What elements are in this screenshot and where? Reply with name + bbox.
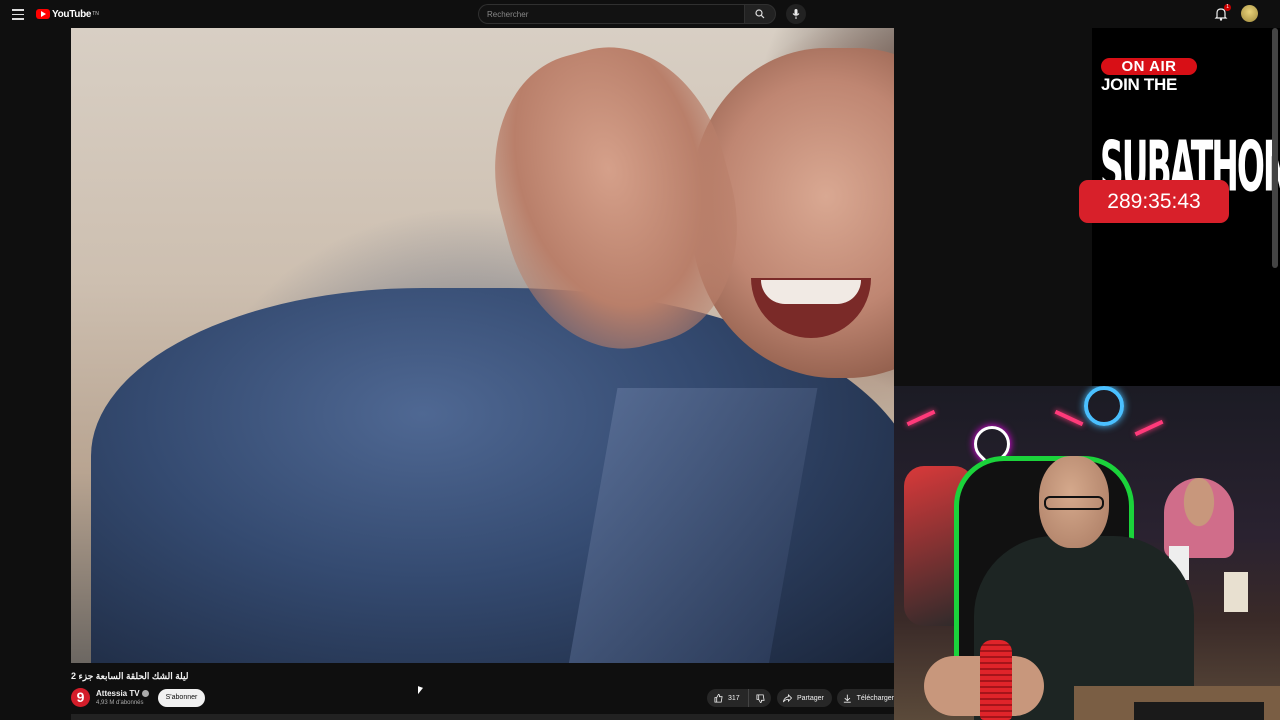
verified-icon bbox=[141, 690, 149, 698]
streamer-glasses bbox=[1044, 496, 1104, 510]
neon-light bbox=[1134, 419, 1164, 437]
like-dislike-group: 317 bbox=[707, 689, 771, 707]
thumbs-up-icon bbox=[714, 693, 723, 703]
menu-icon[interactable] bbox=[10, 6, 26, 22]
dislike-button[interactable] bbox=[749, 689, 771, 707]
like-button[interactable]: 317 bbox=[707, 689, 749, 707]
channel-avatar[interactable]: 9 bbox=[71, 688, 90, 707]
subscribe-button[interactable]: S'abonner bbox=[158, 689, 205, 707]
youtube-play-icon bbox=[36, 9, 50, 19]
like-count: 317 bbox=[728, 694, 740, 702]
search-icon bbox=[755, 9, 765, 19]
account-avatar[interactable] bbox=[1241, 5, 1258, 22]
top-bar: YouTubeTN 1 bbox=[0, 0, 1280, 28]
channel-name-text[interactable]: Attessia TV bbox=[96, 689, 140, 698]
screen: YouTubeTN 1 ON AIR JOIN THE SUBATHON 289… bbox=[0, 0, 1280, 720]
streamer-microphone bbox=[980, 640, 1012, 720]
video-title: ليلة الشك الحلقة السابعة جزء 2 bbox=[71, 671, 189, 681]
on-air-badge: ON AIR bbox=[1101, 58, 1197, 75]
keyboard bbox=[1134, 702, 1264, 720]
channel-name[interactable]: Attessia TV bbox=[96, 689, 149, 698]
subathon-text: SUBATHON bbox=[1100, 94, 1280, 208]
join-the-text: JOIN THE bbox=[1101, 75, 1178, 94]
download-button[interactable]: Télécharger bbox=[837, 689, 894, 707]
mouse-cursor-icon bbox=[418, 686, 423, 696]
neon-light bbox=[1054, 409, 1084, 427]
logo-country: TN bbox=[92, 11, 99, 17]
description-box[interactable] bbox=[71, 714, 894, 720]
download-icon bbox=[843, 694, 851, 703]
neon-ring bbox=[1084, 386, 1124, 426]
share-button[interactable]: Partager bbox=[777, 689, 832, 707]
logo-text: YouTube bbox=[52, 8, 92, 20]
share-label: Partager bbox=[797, 694, 824, 702]
share-icon bbox=[783, 693, 792, 702]
notification-badge: 1 bbox=[1224, 4, 1231, 11]
video-player[interactable] bbox=[71, 28, 894, 663]
subathon-timer: 289:35:43 bbox=[1079, 180, 1229, 223]
video-frame-teeth bbox=[761, 280, 861, 304]
search-bar bbox=[478, 4, 776, 24]
youtube-logo[interactable]: YouTube TN bbox=[36, 7, 99, 21]
download-label: Télécharger bbox=[856, 694, 894, 702]
shelf-box bbox=[1224, 572, 1248, 612]
microphone-icon bbox=[792, 9, 800, 19]
search-input[interactable] bbox=[478, 4, 744, 24]
subscriber-count: 4,93 M d'abonnés bbox=[96, 700, 144, 706]
voice-search-button[interactable] bbox=[786, 4, 806, 24]
page-scrollbar[interactable] bbox=[1272, 28, 1278, 268]
notifications-button[interactable]: 1 bbox=[1213, 4, 1231, 22]
neon-light bbox=[906, 409, 936, 427]
thumbs-down-icon bbox=[755, 693, 765, 703]
search-button[interactable] bbox=[744, 4, 776, 24]
webcam-overlay bbox=[894, 386, 1280, 720]
